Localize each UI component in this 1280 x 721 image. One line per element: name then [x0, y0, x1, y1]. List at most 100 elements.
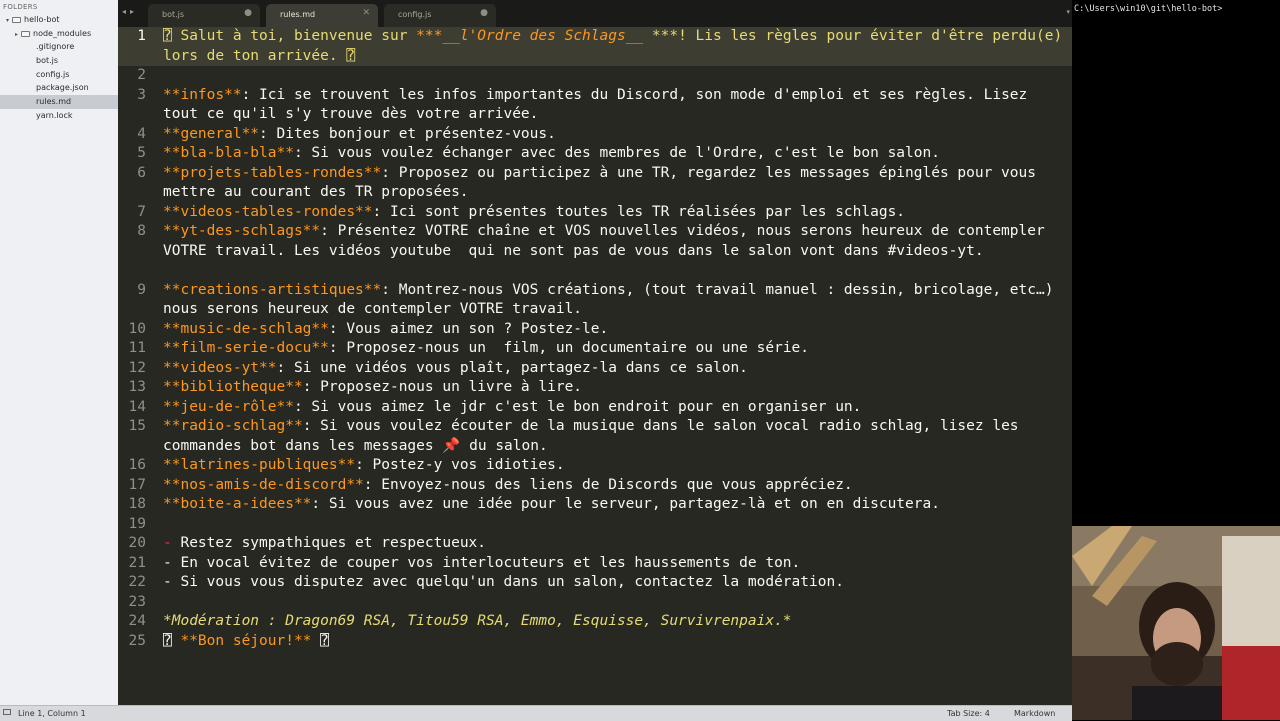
close-icon[interactable]: ✕ — [362, 8, 370, 18]
channel-name: **bla-bla-bla** — [163, 145, 294, 161]
folder-label: hello-bot — [24, 15, 60, 24]
tab-nav-arrows-icon[interactable]: ◂▸ — [122, 7, 138, 16]
line-text: : Si vous voulez échanger avec des membr… — [293, 145, 940, 161]
tab-dropdown-icon[interactable]: ▾ — [1066, 8, 1070, 16]
line-number: 9 — [137, 281, 146, 298]
dirty-dot-icon[interactable]: ● — [480, 8, 488, 18]
line-number: 22 — [128, 574, 146, 590]
channel-name: **bibliotheque** — [163, 379, 303, 395]
line-number: 2 — [137, 67, 146, 83]
chevron-down-icon[interactable]: ▾ — [3, 14, 12, 28]
code-line-13: **bibliotheque**: Proposez-nous un livre… — [163, 378, 1068, 398]
chevron-right-icon[interactable]: ▸ — [12, 28, 21, 42]
line-number: 20 — [128, 535, 146, 551]
tab-size-selector[interactable]: Tab Size: 4 — [947, 709, 990, 718]
line-text: : Ici sont présentes toutes les TR réali… — [372, 203, 906, 220]
folders-header: FOLDERS — [3, 3, 38, 11]
line-number: 10 — [128, 320, 146, 337]
channel-name: **general** — [163, 125, 260, 142]
code-line-15: **radio-schlag**: Si vous voulez écouter… — [163, 417, 1068, 456]
tab-rules-md[interactable]: rules.md ✕ — [266, 4, 378, 27]
channel-name: **music-de-schlag** — [163, 320, 329, 337]
line-number: 7 — [137, 203, 146, 220]
file-package-json[interactable]: package.json — [0, 81, 118, 95]
line-text: : Envoyez-nous des liens de Discords que… — [363, 476, 853, 493]
line-text: : Dites bonjour et présentez-vous. — [259, 125, 556, 142]
file-yarn-lock[interactable]: yarn.lock — [0, 109, 118, 123]
code-line-3: **infos**: Ici se trouvent les infos imp… — [163, 86, 1068, 125]
code-line-17: **nos-amis-de-discord**: Envoyez-nous de… — [163, 476, 1068, 496]
line-text: ⍰ Salut à toi, bienvenue sur — [163, 28, 417, 44]
file-rules-md[interactable]: rules.md — [0, 95, 118, 109]
folder-hello-bot[interactable]: ▾ hello-bot — [0, 13, 118, 27]
line-number: 5 — [137, 145, 146, 161]
tab-bot-js[interactable]: bot.js ● — [148, 4, 260, 27]
bold-marker: ***__ — [416, 28, 460, 44]
file-sidebar: FOLDERS ▾ hello-bot ▸ node_modules .gitign… — [0, 0, 119, 705]
code-line-18: **boite-a-idees**: Si vous avez une idée… — [163, 495, 1068, 515]
bold-text: **Bon séjour!** — [180, 632, 312, 649]
cursor-position: Line 1, Column 1 — [18, 709, 86, 718]
line-number: 16 — [128, 457, 146, 473]
channel-name: **infos** — [163, 86, 242, 103]
folder-label: node_modules — [33, 28, 92, 38]
webcam-overlay — [1072, 526, 1280, 720]
line-number: 8 — [137, 223, 146, 239]
line-text: ⍰ — [163, 632, 181, 649]
folder-node-modules[interactable]: ▸ node_modules — [0, 27, 118, 41]
channel-name: **latrines-publiques** — [163, 457, 356, 473]
channel-name: **radio-schlag** — [163, 418, 303, 434]
line-number: 21 — [128, 554, 146, 571]
webcam-image — [1072, 526, 1280, 720]
tab-config-js[interactable]: config.js ● — [384, 4, 496, 27]
code-line-24: *Modération : Dragon69 RSA, Titou59 RSA,… — [163, 613, 792, 629]
line-number: 1 — [137, 28, 146, 44]
line-text: : Proposez-nous un livre à lire. — [302, 379, 583, 395]
line-text: : Si vous aimez le jdr c'est le bon endr… — [293, 398, 862, 415]
line-number: 13 — [128, 379, 146, 395]
channel-name: **videos-tables-rondes** — [163, 203, 373, 220]
line-number: 23 — [128, 593, 146, 610]
file-bot-js[interactable]: bot.js — [0, 54, 118, 68]
code-line-22: - Si vous vous disputez avec quelqu'un d… — [163, 574, 844, 590]
tab-bar: ◂▸ bot.js ● rules.md ✕ config.js ● ▾ — [118, 0, 1072, 27]
list-bullet: - — [163, 535, 172, 551]
file-config-js[interactable]: config.js — [0, 68, 118, 82]
channel-name: **nos-amis-de-discord** — [163, 476, 364, 493]
code-line-16: **latrines-publiques**: Postez-y vos idi… — [163, 456, 1068, 476]
line-text: : Si vous avez une idée pour le serveur,… — [311, 496, 940, 512]
line-number: 15 — [128, 418, 146, 434]
code-editor[interactable]: 1 2 3 4 5 6 7 8 9 10 11 12 13 14 15 16 1… — [118, 27, 1072, 705]
line-text: : Postez-y vos idioties. — [355, 457, 565, 473]
channel-name: **projets-tables-rondes** — [163, 164, 382, 181]
line-text: : Ici se trouvent les infos importantes … — [163, 86, 1036, 123]
code-line-21: - En vocal évitez de couper vos interloc… — [163, 554, 801, 571]
line-number: 24 — [128, 613, 146, 629]
line-text: : Vous aimez un son ? Postez-le. — [328, 320, 609, 337]
code-line-11: **film-serie-docu**: Proposez-nous un fi… — [163, 339, 1068, 359]
channel-name: **videos-yt** — [163, 359, 277, 376]
line-number: 18 — [128, 496, 146, 512]
channel-name: **film-serie-docu** — [163, 340, 329, 356]
panel-toggle-icon[interactable] — [3, 709, 11, 715]
italic-title: l'Ordre des Schlags__ — [459, 28, 644, 44]
file-gitignore[interactable]: .gitignore — [0, 40, 118, 54]
line-number: 12 — [128, 359, 146, 376]
folder-icon — [21, 30, 30, 37]
code-line-7: **videos-tables-rondes**: Ici sont prése… — [163, 203, 1068, 223]
code-line-9: **creations-artistiques**: Montrez-nous … — [163, 281, 1068, 320]
dirty-dot-icon[interactable]: ● — [244, 8, 252, 18]
code-line-12: **videos-yt**: Si une vidéos vous plaît,… — [163, 359, 1068, 379]
syntax-selector[interactable]: Markdown — [1014, 709, 1055, 718]
line-number: 11 — [128, 340, 146, 356]
terminal-window[interactable]: C:\Users\win10\git\hello-bot> — [1072, 0, 1280, 526]
channel-name: **creations-artistiques** — [163, 281, 382, 298]
tab-label: config.js — [398, 10, 432, 19]
line-number: 3 — [137, 86, 146, 103]
code-line-4: **general**: Dites bonjour et présentez-… — [163, 125, 1068, 145]
folder-icon — [12, 17, 21, 23]
line-text: ⍰ — [311, 632, 329, 649]
tab-label: bot.js — [162, 10, 185, 19]
line-number: 6 — [137, 164, 146, 181]
code-line-25: ⍰ **Bon séjour!** ⍰ — [163, 632, 1068, 652]
